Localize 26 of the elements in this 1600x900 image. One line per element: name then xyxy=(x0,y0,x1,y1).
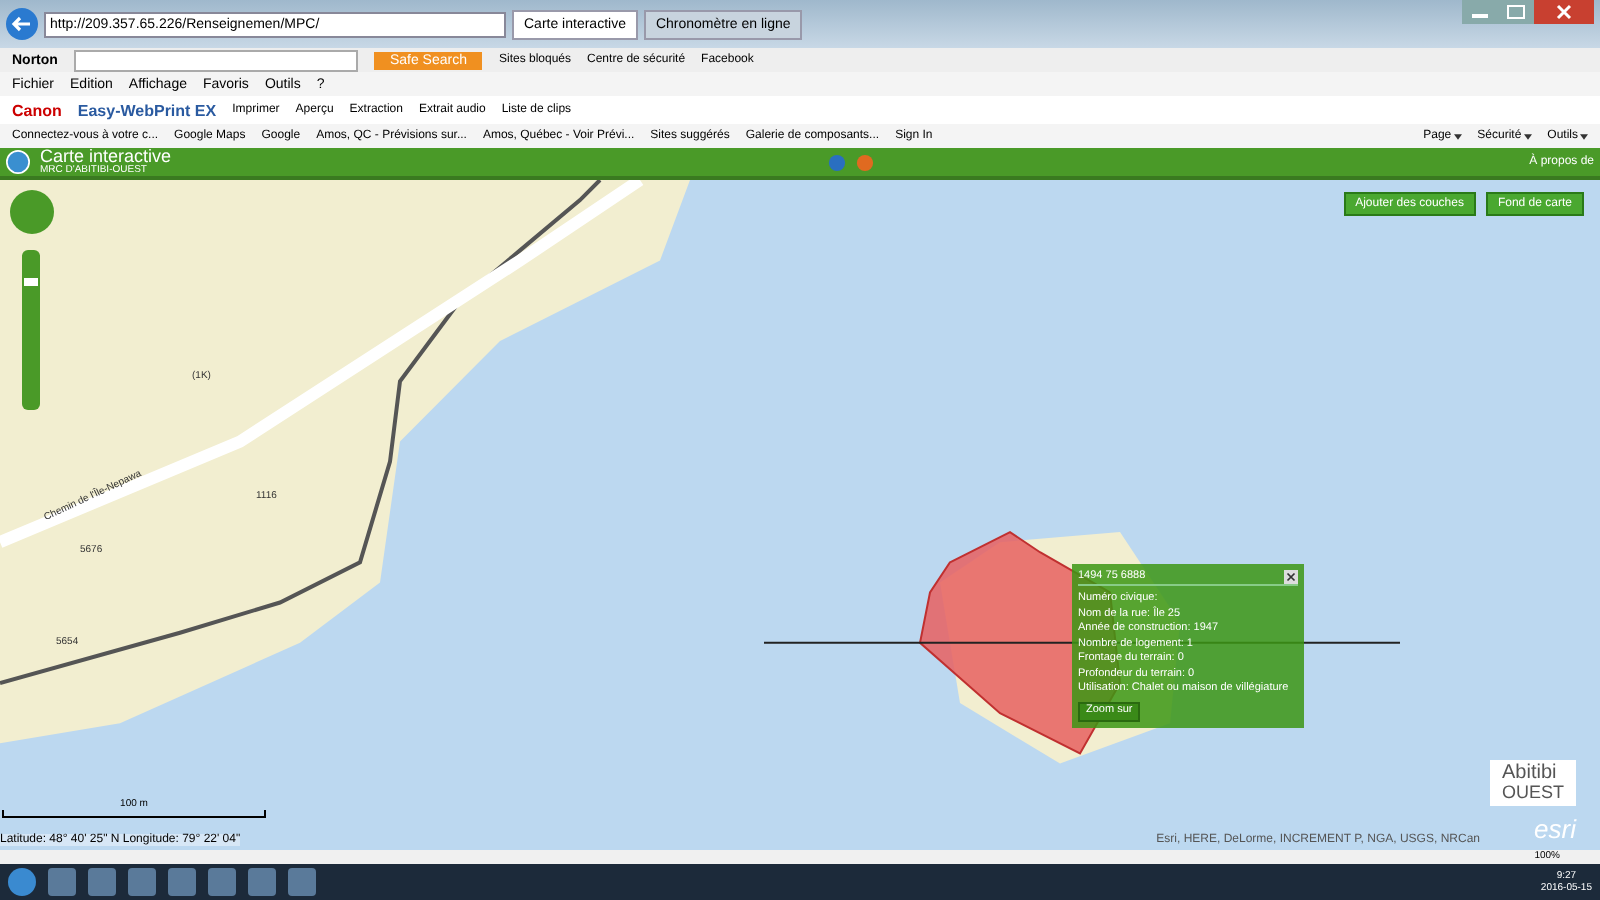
close-button[interactable] xyxy=(1534,0,1594,24)
esri-logo: esri xyxy=(1534,814,1576,844)
maximize-button[interactable] xyxy=(1498,0,1534,24)
taskbar-app-icon[interactable] xyxy=(128,868,156,896)
close-button[interactable] xyxy=(1284,570,1298,584)
zoom-thumb[interactable] xyxy=(24,277,38,286)
caret-icon xyxy=(1580,133,1588,139)
taskbar-app-icon[interactable] xyxy=(48,868,76,896)
start-button[interactable] xyxy=(8,868,36,896)
app-title: Carte interactive xyxy=(40,148,172,166)
logo-text: OUEST xyxy=(1501,784,1564,802)
minimize-button[interactable] xyxy=(1462,0,1498,24)
taskbar-app-icon[interactable] xyxy=(208,868,236,896)
caret-icon xyxy=(1453,133,1462,139)
back-button[interactable] xyxy=(6,8,38,40)
taskbar-app-icon[interactable] xyxy=(248,868,276,896)
search-field[interactable] xyxy=(73,49,358,71)
taskbar-app-icon[interactable] xyxy=(288,868,316,896)
product-name: Easy-WebPrint EX xyxy=(77,101,217,119)
caret-icon xyxy=(1523,133,1532,139)
canon-logo: Canon xyxy=(12,101,62,119)
logo-text: Abitibi xyxy=(1501,764,1559,784)
zoom-slider[interactable] xyxy=(22,250,40,410)
info-icon[interactable] xyxy=(827,153,846,171)
taskbar-app-icon[interactable] xyxy=(88,868,116,896)
taskbar-app-icon[interactable] xyxy=(168,868,196,896)
